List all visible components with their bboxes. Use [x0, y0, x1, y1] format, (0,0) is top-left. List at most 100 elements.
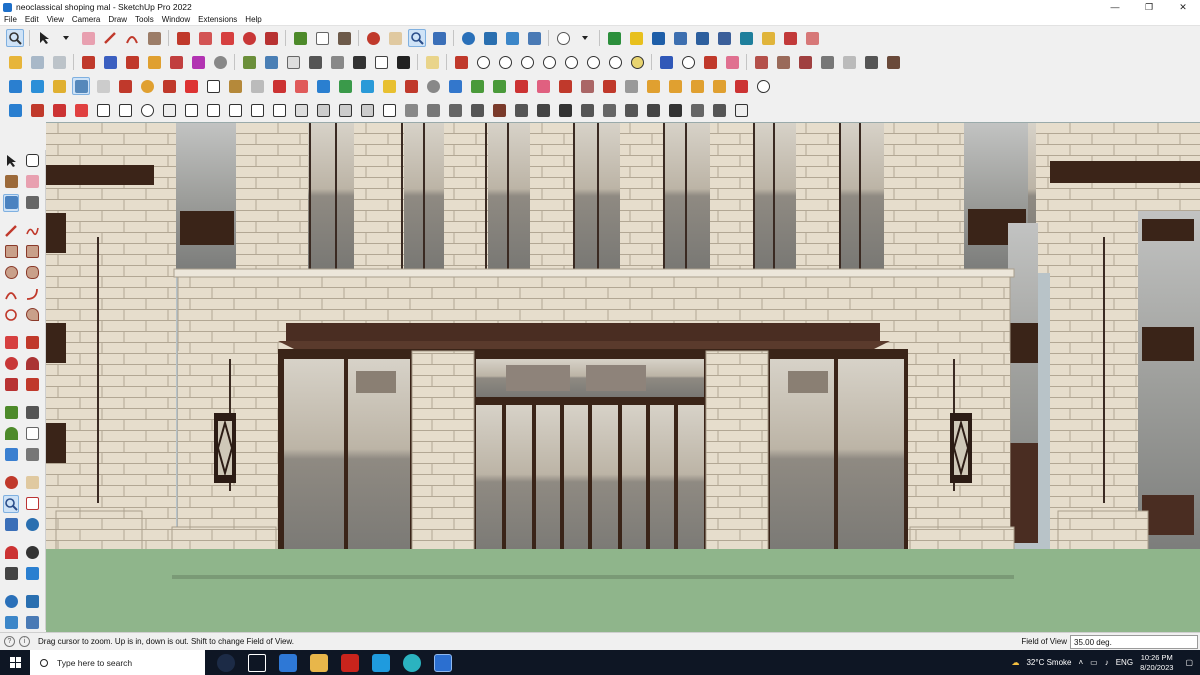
pie-button[interactable]: [24, 306, 40, 324]
plugin-button-51[interactable]: [622, 77, 640, 95]
position-camera-button[interactable]: [3, 544, 19, 562]
menu-camera[interactable]: Camera: [68, 15, 104, 24]
extension-warehouse-button[interactable]: [481, 29, 499, 47]
plugin-button-79[interactable]: [468, 101, 486, 119]
plugin-button-83[interactable]: [556, 101, 574, 119]
file-explorer-icon[interactable]: [310, 653, 328, 672]
paint-bucket-button[interactable]: [335, 29, 353, 47]
plugin-button-34[interactable]: [248, 77, 266, 95]
offset-button[interactable]: [24, 376, 40, 394]
scale-button[interactable]: [3, 376, 19, 394]
store-icon[interactable]: [372, 653, 390, 672]
scale-tool-button[interactable]: [262, 29, 280, 47]
plugin-button-43[interactable]: [446, 77, 464, 95]
freehand-button[interactable]: [24, 222, 40, 240]
plugin-button-78[interactable]: [446, 101, 464, 119]
plugin-button-25[interactable]: [50, 77, 68, 95]
zoom-window-button[interactable]: [24, 495, 40, 513]
section-plane-button[interactable]: [240, 53, 258, 71]
plugin-button-2[interactable]: [627, 29, 645, 47]
previous-view-button[interactable]: [24, 516, 40, 534]
plugin-button-90[interactable]: [710, 101, 728, 119]
model-viewport[interactable]: [46, 122, 1200, 632]
plugin-button-86[interactable]: [622, 101, 640, 119]
component-button[interactable]: [24, 152, 40, 170]
round-corner-button-4[interactable]: [540, 53, 558, 71]
warehouse-left-button[interactable]: [3, 593, 19, 611]
round-corner-button-6[interactable]: [584, 53, 602, 71]
plugin-button-50[interactable]: [600, 77, 618, 95]
follow-me-button[interactable]: [196, 29, 214, 47]
tape-measure-button[interactable]: [291, 29, 309, 47]
plugin-button-77[interactable]: [424, 101, 442, 119]
plugin-button-19[interactable]: [818, 53, 836, 71]
arc-button[interactable]: [3, 285, 19, 303]
sketchup-taskbar-icon[interactable]: [434, 653, 452, 672]
plugin-button-5[interactable]: [693, 29, 711, 47]
3d-text-button[interactable]: [24, 446, 40, 464]
style-button-3[interactable]: [306, 53, 324, 71]
plugin-button-28[interactable]: [116, 77, 134, 95]
plugin-button-42[interactable]: [424, 77, 442, 95]
plugin-button-54[interactable]: [688, 77, 706, 95]
plugin-button-14[interactable]: [701, 53, 719, 71]
layout-left-button[interactable]: [3, 614, 19, 632]
line-tool-button[interactable]: [101, 29, 119, 47]
plugin-button-53[interactable]: [666, 77, 684, 95]
plugin-button-88[interactable]: [666, 101, 684, 119]
plugin-button-3[interactable]: [649, 29, 667, 47]
push-pull-left-button[interactable]: [24, 334, 40, 352]
volume-icon[interactable]: ♪: [1105, 658, 1109, 667]
plugin-button-66[interactable]: [182, 101, 200, 119]
select-tool-button[interactable]: [35, 29, 53, 47]
plugin-button-74[interactable]: [358, 101, 376, 119]
warehouse-button[interactable]: [459, 29, 477, 47]
move-button[interactable]: [3, 334, 19, 352]
plugin-button-60[interactable]: [50, 101, 68, 119]
plugin-button-12[interactable]: [657, 53, 675, 71]
rotate-button[interactable]: [3, 355, 19, 373]
menu-draw[interactable]: Draw: [104, 15, 131, 24]
plugin-button-67[interactable]: [204, 101, 222, 119]
plugin-button-62[interactable]: [94, 101, 112, 119]
extension-warehouse-left-button[interactable]: [24, 593, 40, 611]
plugin-button-70[interactable]: [270, 101, 288, 119]
plugin-button-49[interactable]: [578, 77, 596, 95]
pan-tool-button[interactable]: [386, 29, 404, 47]
dimension-button[interactable]: [24, 404, 40, 422]
plugin-button-7[interactable]: [737, 29, 755, 47]
plugin-button-75[interactable]: [380, 101, 398, 119]
zoom-button[interactable]: [408, 29, 426, 47]
style-button-1[interactable]: [262, 53, 280, 71]
plugin-button-55[interactable]: [710, 77, 728, 95]
group-button[interactable]: [3, 193, 20, 212]
round-corner-button-5[interactable]: [562, 53, 580, 71]
plugin-button-40[interactable]: [380, 77, 398, 95]
instructor-icon[interactable]: i: [19, 636, 30, 647]
rotate-tool-button[interactable]: [240, 29, 258, 47]
plugin-button-37[interactable]: [314, 77, 332, 95]
plugin-button-48[interactable]: [556, 77, 574, 95]
round-corner-button-7[interactable]: [606, 53, 624, 71]
plugin-button-22[interactable]: [884, 53, 902, 71]
plugin-button-26[interactable]: [72, 77, 90, 95]
zoom-extents-button[interactable]: [430, 29, 448, 47]
plugin-button-56[interactable]: [732, 77, 750, 95]
taskbar-search[interactable]: Type here to search: [30, 650, 205, 675]
polygon-button[interactable]: [24, 264, 40, 282]
plugin-button-39[interactable]: [358, 77, 376, 95]
tape-measure-left-button[interactable]: [3, 404, 19, 422]
eraser-tool-button[interactable]: [79, 29, 97, 47]
calculator-icon[interactable]: [279, 653, 297, 672]
style-button-6[interactable]: [372, 53, 390, 71]
layer-button[interactable]: [423, 53, 441, 71]
zoom-tool-button[interactable]: [6, 29, 24, 47]
front-view-button[interactable]: [50, 53, 68, 71]
solid-tool-button-2[interactable]: [101, 53, 119, 71]
menu-edit[interactable]: Edit: [21, 15, 43, 24]
plugin-button-36[interactable]: [292, 77, 310, 95]
plugin-button-41[interactable]: [402, 77, 420, 95]
plugin-button-59[interactable]: [28, 101, 46, 119]
walk-button[interactable]: [3, 565, 19, 583]
plugin-button-6[interactable]: [715, 29, 733, 47]
